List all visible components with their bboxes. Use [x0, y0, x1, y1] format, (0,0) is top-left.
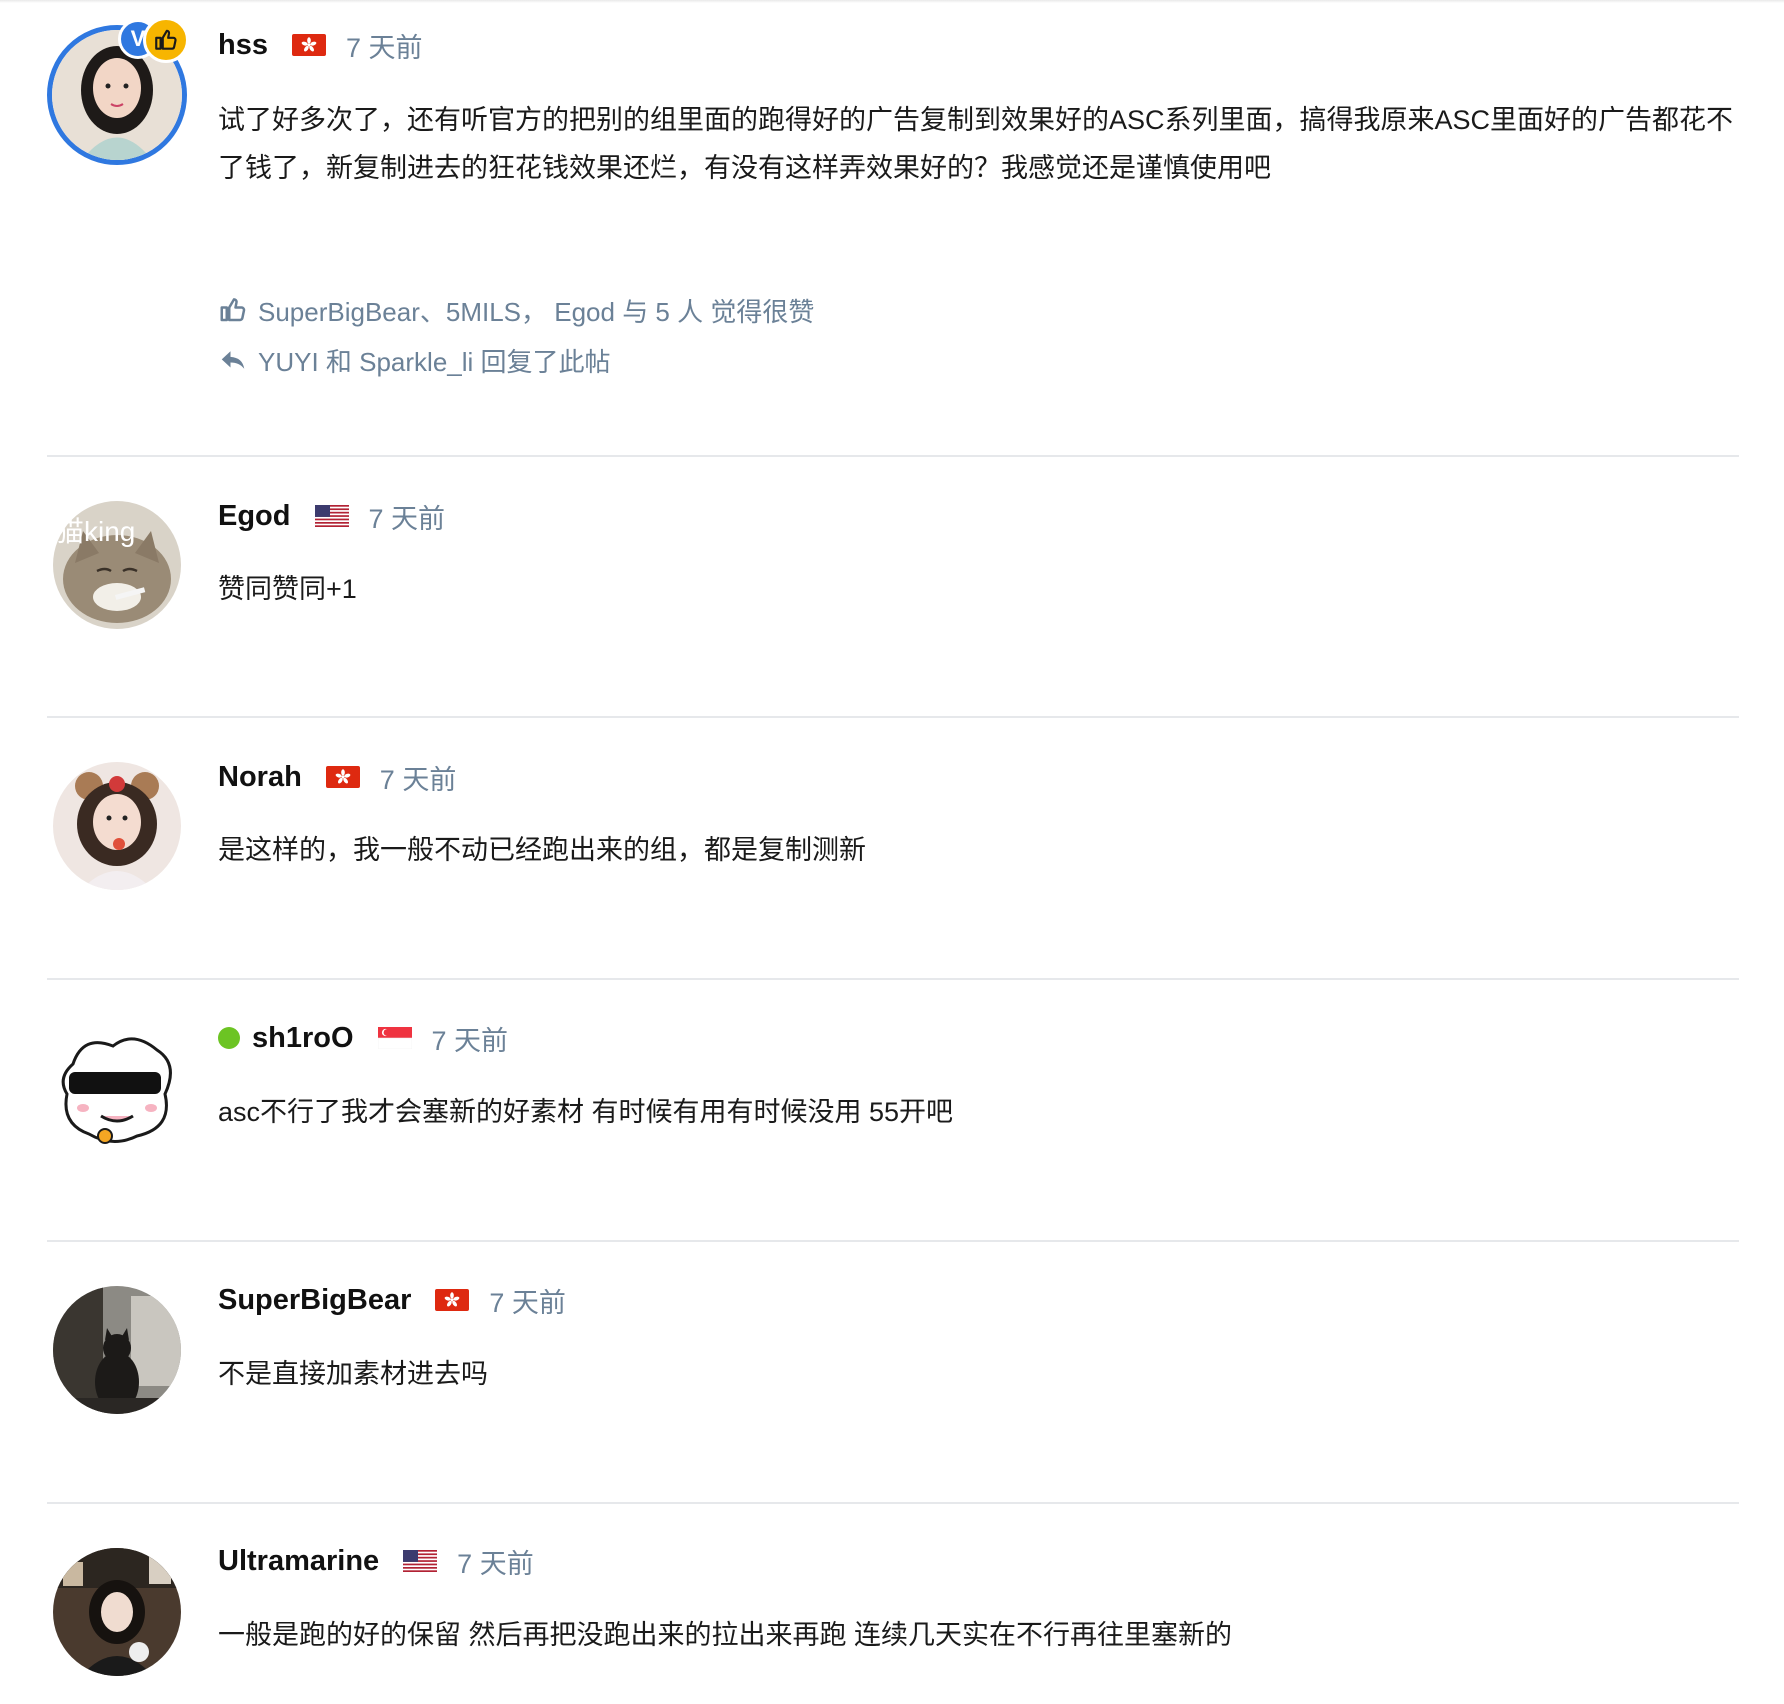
- post-time[interactable]: 7 天前: [369, 497, 446, 536]
- post-meta: SuperBigBear 7 天前: [218, 1282, 566, 1318]
- post-time[interactable]: 7 天前: [432, 1019, 509, 1058]
- divider: [47, 716, 1739, 718]
- post-meta: sh1roO 7 天前: [218, 1020, 508, 1056]
- post-content: 不是直接加素材进去吗: [218, 1359, 488, 1389]
- us-flag-icon: [314, 505, 349, 527]
- avatar-superbigbear[interactable]: [53, 1286, 181, 1414]
- username[interactable]: Ultramarine: [218, 1545, 379, 1578]
- divider: [47, 1502, 1739, 1504]
- username[interactable]: Norah: [218, 761, 302, 794]
- avatar-sh1roo[interactable]: [53, 1024, 181, 1152]
- replies-summary[interactable]: YUYI 和 Sparkle_li 回复了此帖: [218, 340, 814, 380]
- post-time[interactable]: 7 天前: [457, 1542, 534, 1581]
- post-content: asc不行了我才会塞新的好素材 有时候有用有时候没用 55开吧: [218, 1097, 954, 1127]
- username[interactable]: hss: [218, 29, 268, 62]
- avatar-ultramarine[interactable]: [53, 1548, 181, 1676]
- post-meta: Norah 7 天前: [218, 759, 456, 795]
- post-actions: SuperBigBear、5MILS， Egod 与 5 人 觉得很赞 YUYI…: [218, 290, 814, 390]
- divider: [47, 1240, 1739, 1242]
- username[interactable]: SuperBigBear: [218, 1284, 411, 1317]
- sg-flag-icon: [377, 1027, 412, 1049]
- thumbs-up-icon: [220, 298, 246, 322]
- divider: [47, 978, 1739, 980]
- top-edge: [0, 0, 1784, 3]
- thumbs-up-badge-icon: [143, 17, 189, 63]
- post-content: 赞同赞同+1: [218, 574, 357, 604]
- hk-flag-icon: [325, 766, 360, 788]
- replies-text: YUYI 和 Sparkle_li 回复了此帖: [258, 346, 611, 377]
- post-content: 试了好多次了，还有听官方的把别的组里面的跑得好的广告复制到效果好的ASC系列里面…: [218, 105, 1734, 183]
- hk-flag-icon: [291, 34, 326, 56]
- post-meta: hss 7 天前: [218, 27, 423, 63]
- us-flag-icon: [403, 1550, 438, 1572]
- reply-icon: [221, 351, 245, 369]
- post-time[interactable]: 7 天前: [489, 1281, 566, 1320]
- avatar-overlay-text: 猫king: [56, 516, 136, 547]
- online-status-icon: [218, 1027, 240, 1049]
- likes-summary[interactable]: SuperBigBear、5MILS， Egod 与 5 人 觉得很赞: [218, 290, 814, 330]
- post-time[interactable]: 7 天前: [346, 26, 423, 65]
- post-meta: Egod 7 天前: [218, 498, 445, 534]
- post-time[interactable]: 7 天前: [380, 758, 457, 797]
- username[interactable]: Egod: [218, 500, 291, 533]
- username[interactable]: sh1roO: [252, 1022, 354, 1055]
- post-meta: Ultramarine 7 天前: [218, 1543, 534, 1579]
- post-content: 一般是跑的好的保留 然后再把没跑出来的拉出来再跑 连续几天实在不行再往里塞新的: [218, 1620, 1233, 1650]
- avatar-norah[interactable]: [53, 762, 181, 890]
- hk-flag-icon: [435, 1289, 470, 1311]
- post-content: 是这样的，我一般不动已经跑出来的组，都是复制测新: [218, 835, 866, 865]
- likes-text: SuperBigBear、5MILS， Egod 与 5 人 觉得很赞: [258, 296, 815, 327]
- divider: [47, 455, 1739, 457]
